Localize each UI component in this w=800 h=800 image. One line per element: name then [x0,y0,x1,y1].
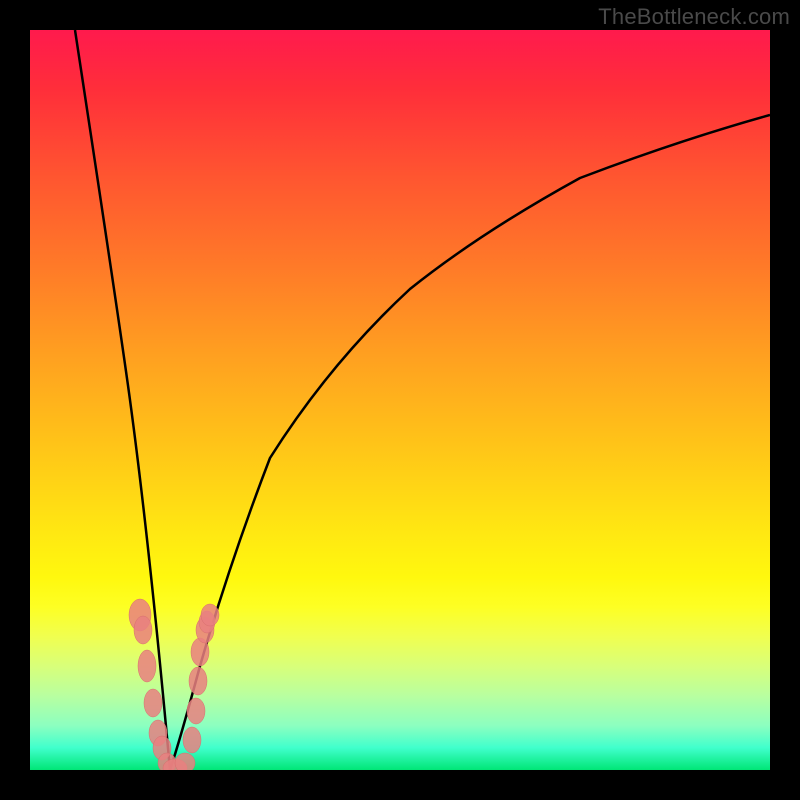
bottleneck-curve [30,30,770,770]
data-markers [129,599,219,770]
watermark-text: TheBottleneck.com [598,4,790,30]
plot-area [30,30,770,770]
curve-right-branch [170,115,770,770]
chart-frame: TheBottleneck.com [0,0,800,800]
curve-left-branch [75,30,170,770]
